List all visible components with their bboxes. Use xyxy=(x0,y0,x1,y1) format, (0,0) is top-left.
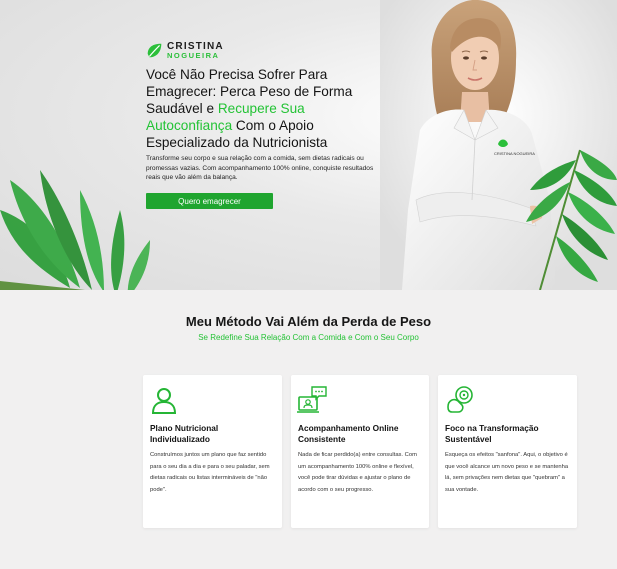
target-strength-icon xyxy=(447,386,473,413)
online-consultation-icon xyxy=(297,386,327,413)
hero-description: Transforme seu corpo e sua relação com a… xyxy=(146,155,374,181)
card-text: Nada de ficar perdido(a) entre consultas… xyxy=(298,452,417,494)
card-acompanhamento-online: Acompanhamento Online Consistente Nada d… xyxy=(291,375,429,528)
brand-subname: NOGUEIRA xyxy=(167,51,220,60)
user-icon xyxy=(151,388,177,414)
card-title: Foco na Transformação Sustentável xyxy=(445,423,539,444)
palm-leaf-left xyxy=(0,170,150,290)
card-transformacao-sustentavel: Foco na Transformação Sustentável Esqueç… xyxy=(438,375,577,528)
card-text: Esqueça os efeitos "sanfona". Aqui, o ob… xyxy=(445,452,569,494)
hero-section: CRISTINA NOGUEIRA CRISTINA NOGUEIRA Você… xyxy=(0,0,617,290)
card-title: Acompanhamento Online Consistente xyxy=(298,423,399,444)
method-title: Meu Método Vai Além da Perda de Peso xyxy=(185,314,432,329)
leaf-logo-icon xyxy=(147,43,162,58)
card-title: Plano Nutricional Individualizado xyxy=(150,423,219,444)
method-subtitle: Se Redefine Sua Relação Com a Comida e C… xyxy=(198,333,419,342)
card-plano-nutricional: Plano Nutricional Individualizado Constr… xyxy=(143,375,282,528)
cta-button[interactable]: Quero emagrecer xyxy=(146,193,273,209)
palm-leaf-right xyxy=(526,149,617,290)
brand-logo[interactable]: CRISTINA NOGUEIRA xyxy=(146,42,224,60)
card-text: Construímos juntos um plano que faz sent… xyxy=(150,452,270,494)
hero-title: Você Não Precisa Sofrer Para Emagrecer: … xyxy=(146,66,386,151)
